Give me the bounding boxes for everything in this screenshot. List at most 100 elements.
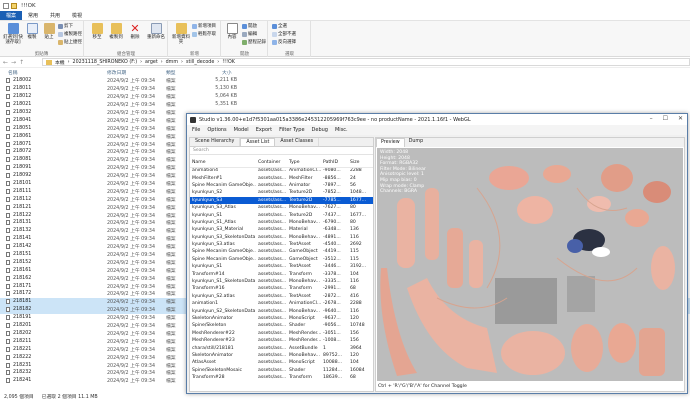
menu-model[interactable]: Model [234,127,249,133]
asset-row[interactable]: Spine Mecanim GameObje... assets/ass... Ga… [190,256,373,263]
asset-row[interactable]: kyunkyun_S3.atlas assets/ass... TextAsset -… [190,241,373,248]
column-date[interactable]: 修改日期 [107,69,126,76]
menu-filter-type[interactable]: Filter Type [279,127,304,133]
up-arrow-icon[interactable]: ↑ [19,59,24,66]
paste-button[interactable]: 貼上 [40,23,58,40]
asset-container: assets/ass... [258,212,287,218]
asset-row[interactable]: kyunkyun_S3_Atlas assets/ass... MonoBehav.… [190,204,373,211]
delete-button[interactable]: ✕ 刪除 [126,23,144,40]
open-button[interactable]: 開啟 [242,23,257,29]
tab-file[interactable]: 檔案 [0,11,23,20]
copy-button[interactable]: 複製 [23,23,41,40]
asset-row[interactable]: kyunkyun_S3 assets/ass... Texture2D -7785..… [190,196,373,204]
properties-button[interactable]: 內容 [223,23,241,40]
asset-row[interactable]: Transform#14 assets/ass... Transform -3378.… [190,270,373,277]
select-all-icon [272,23,277,29]
col-size[interactable]: Size [348,159,373,168]
move-to-button[interactable]: 移至 [88,23,106,40]
asset-row[interactable]: Spine/SkeletonMosaic assets/ass... Shader 1… [190,367,373,374]
tab-home[interactable]: 常用 [22,11,44,20]
studio-title: Studio v1.36.00+e1d7f5301aa015a3386e2453… [199,116,471,123]
cut-button[interactable]: 剪下 [58,23,73,29]
easy-access-button[interactable]: 輕鬆存取 [192,31,216,37]
asset-row[interactable]: Transform#28 assets/ass... Transform 18639.… [190,374,373,381]
maximize-icon[interactable]: ☐ [663,115,668,122]
asset-row[interactable]: Transform#16 assets/ass... Transform -2991.… [190,285,373,292]
col-container[interactable]: Container [256,159,287,168]
asset-row[interactable]: kyunkyun_S3_Material assets/ass... Materia… [190,226,373,233]
rename-button[interactable]: 重新命名 [145,23,167,40]
asset-row[interactable]: animation4 assets/ass... AnimationCl... -90… [190,167,373,174]
texture-preview[interactable]: Width: 2048 Height: 2048 Format: RGBA32 … [377,148,683,381]
asset-row[interactable]: Spine Mecanim GameObje... assets/ass... Ga… [190,248,373,255]
file-row[interactable]: 218012 2024/9/2 上午 09:34 檔案 5,064 KB [0,93,690,101]
asset-row[interactable]: chara/still/218181 assets/ass... AssetBund… [190,344,373,351]
asset-search-input[interactable]: Search [190,147,373,155]
column-name[interactable]: 名稱 [8,69,18,76]
paste-shortcut-button[interactable]: 貼上捷徑 [58,39,82,45]
save-icon[interactable] [3,2,9,9]
invert-selection-button[interactable]: 反向選擇 [272,39,296,45]
close-icon[interactable]: ✕ [678,115,683,122]
new-item-button[interactable]: 新增項目 [192,23,216,29]
menu-debug[interactable]: Debug [312,127,328,133]
breadcrumb-item[interactable]: 20231118_SHIRONEKO (F:) [73,60,138,65]
minimize-icon[interactable]: – [650,115,653,122]
col-name[interactable]: Name [190,159,256,168]
col-type[interactable]: Type [287,159,321,168]
asset-row[interactable]: kyunkyun_S2 assets/ass... Texture2D -7852..… [190,189,373,196]
tab-dump[interactable]: Dump [405,138,427,147]
asset-row[interactable]: kyunkyun_S1_SkeletonData assets/ass... Mon… [190,278,373,285]
asset-row[interactable]: SkeletonAnimator assets/ass... MonoBehav..… [190,352,373,359]
breadcrumb-item[interactable]: arget [145,60,158,65]
asset-row[interactable]: MeshFilter#1 assets/ass... MeshFilter -8856… [190,174,373,181]
edit-button[interactable]: 編輯 [242,31,257,37]
file-row[interactable]: 218021 2024/9/2 上午 09:34 檔案 5,351 KB [0,101,690,109]
tab-preview[interactable]: Preview [376,138,405,147]
asset-row[interactable]: kyunkyun_S2.atlas assets/ass... TextAsset -… [190,293,373,300]
asset-size: 2288 [350,301,362,307]
history-button[interactable]: 歷程記錄 [242,39,266,45]
folder-icon[interactable] [11,2,17,9]
asset-row[interactable]: MeshRenderer#23 assets/ass... MeshRender..… [190,337,373,344]
tab-share[interactable]: 共用 [44,11,66,20]
column-size[interactable]: 大小 [222,69,232,76]
asset-row[interactable]: animation1 assets/ass... AnimationCl... -26… [190,300,373,307]
tab-asset-list[interactable]: Asset List [240,138,276,146]
asset-row[interactable]: kyunkyun_S2_SkeletonData assets/ass... Mon… [190,307,373,314]
copy-to-button[interactable]: 複製到 [107,23,125,40]
breadcrumb-item[interactable]: still_decode [186,60,214,65]
menu-export[interactable]: Export [256,127,272,133]
col-pathid[interactable]: PathID [321,159,348,168]
pin-button[interactable]: 釘選到[快速存取] [3,23,23,45]
breadcrumb-item[interactable]: !!!OK [222,60,235,65]
breadcrumb-item[interactable]: dmm [166,60,178,65]
tab-scene-hierarchy[interactable]: Scene Hierarchy [190,138,241,146]
file-icon [6,378,10,384]
asset-row[interactable]: Spine/Skeleton assets/ass... Shader -9056..… [190,322,373,329]
asset-row[interactable]: AtlasAsset assets/ass... MonoScript 10088..… [190,359,373,366]
copy-path-button[interactable]: 複製路徑 [58,31,82,37]
file-row[interactable]: 218011 2024/9/2 上午 09:34 檔案 5,130 KB [0,85,690,93]
asset-row[interactable]: MeshRenderer#22 assets/ass... MeshRender..… [190,330,373,337]
asset-row[interactable]: kyunkyun_S1_Atlas assets/ass... MonoBehav.… [190,219,373,226]
asset-row[interactable]: kyunkyun_S1 assets/ass... TextAsset -3446..… [190,263,373,270]
asset-row[interactable]: SkeletonAnimator assets/ass... MonoScript -… [190,315,373,322]
new-folder-button[interactable]: 新增資料夾 [171,23,191,45]
menu-file[interactable]: File [192,127,200,133]
forward-arrow-icon[interactable]: → [11,59,16,66]
asset-row[interactable]: kyunkyun_S3_SkeletonData assets/ass... Mon… [190,234,373,241]
menu-misc[interactable]: Misc. [335,127,348,133]
select-all-button[interactable]: 全選 [272,23,287,29]
address-bar[interactable]: 本機 › 20231118_SHIRONEKO (F:) › arget › dmm ›… [42,58,690,66]
column-type[interactable]: 類型 [166,69,176,76]
asset-row[interactable]: kyunkyun_S1 assets/ass... Texture2D -7437..… [190,211,373,218]
tab-view[interactable]: 檢視 [66,11,88,20]
tab-asset-classes[interactable]: Asset Classes [275,138,320,146]
file-row[interactable]: 218002 2024/9/2 上午 09:34 檔案 5,211 KB [0,77,690,85]
back-arrow-icon[interactable]: ← [3,59,8,66]
select-none-button[interactable]: 全部不選 [272,31,296,37]
asset-row[interactable]: Spine Mecanim GameObje... assets/ass... An… [190,182,373,189]
breadcrumb-item[interactable]: 本機 [55,59,65,66]
menu-options[interactable]: Options [207,127,226,133]
